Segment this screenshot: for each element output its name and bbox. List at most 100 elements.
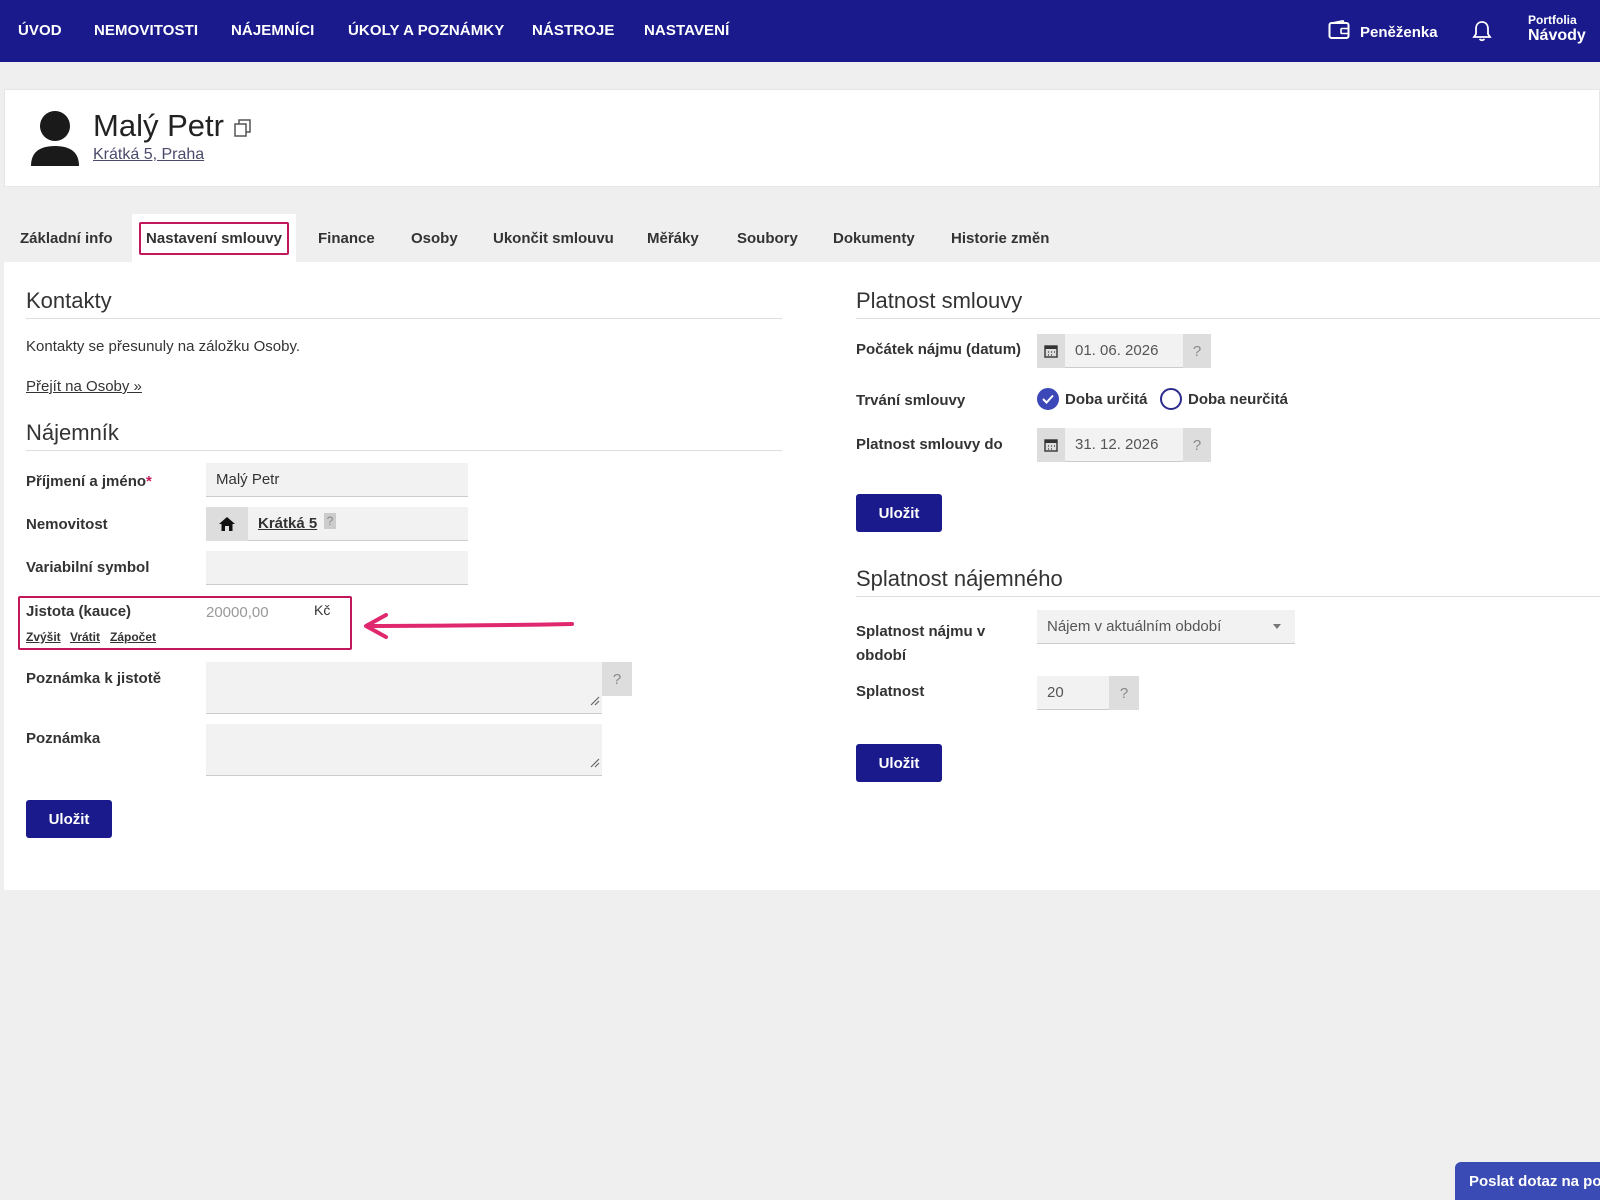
- wallet-label: Peněženka: [1360, 23, 1438, 41]
- tab-finance[interactable]: Finance: [318, 214, 375, 262]
- nav-item-najemnici[interactable]: NÁJEMNÍCI: [231, 22, 314, 39]
- home-icon: [206, 507, 248, 541]
- due-period-label-line1: Splatnost nájmu v: [856, 623, 986, 640]
- start-date-value: 01. 06. 2026: [1065, 334, 1183, 368]
- start-date-label: Počátek nájmu (datum): [856, 341, 1022, 358]
- top-navigation: ÚVOD NEMOVITOSTI NÁJEMNÍCI ÚKOLY A POZNÁ…: [0, 0, 1600, 62]
- due-period-label: Splatnost nájmu v období: [856, 620, 985, 668]
- save-due-button[interactable]: Uložit: [856, 744, 942, 782]
- note-textarea[interactable]: [206, 724, 602, 776]
- contacts-info-text: Kontakty se přesunuly na záložku Osoby.: [26, 338, 301, 355]
- save-validity-button[interactable]: Uložit: [856, 494, 942, 532]
- nav-item-nastroje[interactable]: NÁSTROJE: [532, 22, 614, 39]
- tab-osoby[interactable]: Osoby: [411, 214, 458, 262]
- due-period-select[interactable]: Nájem v aktuálním období: [1037, 610, 1295, 644]
- tab-label: Ukončit smlouvu: [493, 229, 614, 247]
- deposit-note-help-icon[interactable]: ?: [602, 662, 632, 696]
- tenant-heading: Nájemník: [26, 420, 119, 445]
- name-label: Příjmení a jméno*: [26, 473, 152, 490]
- deposit-note-label: Poznámka k jistotě: [26, 670, 162, 687]
- bell-icon[interactable]: [1472, 20, 1492, 47]
- tab-soubory[interactable]: Soubory: [737, 214, 798, 262]
- deposit-increase-link[interactable]: Zvýšit: [26, 630, 61, 644]
- resize-handle-icon[interactable]: [590, 693, 600, 711]
- resize-handle-icon[interactable]: [590, 755, 600, 773]
- tab-label: Historie změn: [951, 229, 1050, 247]
- due-day-input[interactable]: 20: [1037, 676, 1109, 710]
- radio-indefinite-term[interactable]: Doba neurčitá: [1160, 388, 1288, 410]
- page-title: Malý Petr: [93, 108, 224, 143]
- deposit-return-link[interactable]: Vrátit: [70, 630, 100, 644]
- property-label: Nemovitost: [26, 516, 108, 533]
- note-label: Poznámka: [26, 730, 101, 747]
- radio-indefinite-term-label: Doba neurčitá: [1188, 390, 1289, 408]
- tab-dokumenty[interactable]: Dokumenty: [833, 214, 915, 262]
- checkmark-icon: [1037, 388, 1059, 410]
- due-heading: Splatnost nájemného: [856, 566, 1063, 591]
- divider: [26, 318, 782, 319]
- tab-label: Finance: [318, 229, 375, 247]
- required-mark: *: [146, 473, 152, 490]
- name-label-text: Příjmení a jméno: [26, 473, 147, 490]
- property-field: Krátká 5 ?: [206, 507, 468, 541]
- copy-icon[interactable]: [234, 118, 252, 143]
- save-tenant-button[interactable]: Uložit: [26, 800, 112, 838]
- deposit-offset-link[interactable]: Zápočet: [110, 630, 156, 644]
- start-date-help-icon[interactable]: ?: [1183, 334, 1211, 368]
- calendar-icon[interactable]: [1037, 334, 1065, 368]
- contract-settings-panel: Kontakty Kontakty se přesunuly na záložk…: [4, 262, 1600, 890]
- due-day-label: Splatnost: [856, 683, 925, 700]
- tab-label: Nastavení smlouvy: [139, 221, 289, 255]
- wallet-link[interactable]: Peněženka: [1328, 19, 1438, 44]
- tab-historie-zmen[interactable]: Historie změn: [951, 214, 1049, 262]
- nav-item-ukoly[interactable]: ÚKOLY A POZNÁMKY: [348, 22, 504, 39]
- end-date-value: 31. 12. 2026: [1065, 428, 1183, 462]
- tab-meraky[interactable]: Měřáky: [647, 214, 699, 262]
- portfolio-value: Návody: [1528, 27, 1586, 45]
- portfolio-label: Portfolia: [1528, 13, 1577, 27]
- tab-ukoncit-smlouvu[interactable]: Ukončit smlouvu: [493, 214, 614, 262]
- deposit-note-textarea[interactable]: [206, 662, 602, 714]
- radio-circle: [1160, 388, 1182, 410]
- property-help-icon[interactable]: ?: [324, 513, 336, 529]
- support-chat-button[interactable]: Poslat dotaz na podporu: [1455, 1162, 1600, 1200]
- deposit-label: Jistota (kauce): [26, 603, 132, 620]
- radio-fixed-term[interactable]: Doba určitá: [1037, 388, 1148, 410]
- validity-heading: Platnost smlouvy: [856, 288, 1023, 313]
- divider: [26, 450, 782, 451]
- property-link[interactable]: Krátká 5: [258, 515, 317, 532]
- divider: [856, 596, 1600, 597]
- nav-item-nastaveni[interactable]: NASTAVENÍ: [644, 22, 729, 39]
- due-day-help-icon[interactable]: ?: [1109, 676, 1139, 710]
- end-date-help-icon[interactable]: ?: [1183, 428, 1211, 462]
- tenant-header: Malý Petr Krátká 5, Praha: [4, 89, 1600, 187]
- chevron-down-icon: [1273, 624, 1281, 629]
- tab-label: Dokumenty: [833, 229, 915, 247]
- variable-symbol-input[interactable]: [206, 551, 468, 585]
- contacts-heading: Kontakty: [26, 288, 112, 313]
- nav-item-uvod[interactable]: ÚVOD: [18, 22, 62, 39]
- calendar-icon[interactable]: [1037, 428, 1065, 462]
- tab-label: Soubory: [737, 229, 798, 247]
- name-input[interactable]: Malý Petr: [206, 463, 468, 497]
- go-to-persons-link[interactable]: Přejít na Osoby »: [26, 378, 142, 395]
- nav-item-nemovitosti[interactable]: NEMOVITOSTI: [94, 22, 198, 39]
- annotation-arrow-icon: [364, 613, 574, 639]
- end-date-label: Platnost smlouvy do: [856, 436, 1003, 453]
- deposit-currency: Kč: [314, 602, 331, 618]
- end-date-input[interactable]: 31. 12. 2026 ?: [1037, 428, 1211, 462]
- tab-zakladni-info[interactable]: Základní info: [20, 214, 113, 262]
- deposit-input[interactable]: 20000,00: [206, 604, 269, 621]
- tenant-address-link[interactable]: Krátká 5, Praha: [93, 146, 204, 164]
- start-date-input[interactable]: 01. 06. 2026 ?: [1037, 334, 1211, 368]
- due-period-label-line2: období: [856, 647, 906, 664]
- wallet-icon: [1328, 19, 1350, 44]
- tab-label: Základní info: [20, 229, 113, 247]
- portfolio-menu[interactable]: Portfolia Návody: [1528, 13, 1586, 45]
- avatar-icon: [29, 110, 81, 171]
- tab-nastaveni-smlouvy[interactable]: Nastavení smlouvy: [132, 214, 296, 262]
- duration-label: Trvání smlouvy: [856, 392, 966, 409]
- variable-symbol-label: Variabilní symbol: [26, 559, 150, 576]
- radio-fixed-term-label: Doba určitá: [1065, 390, 1148, 408]
- divider: [856, 318, 1600, 319]
